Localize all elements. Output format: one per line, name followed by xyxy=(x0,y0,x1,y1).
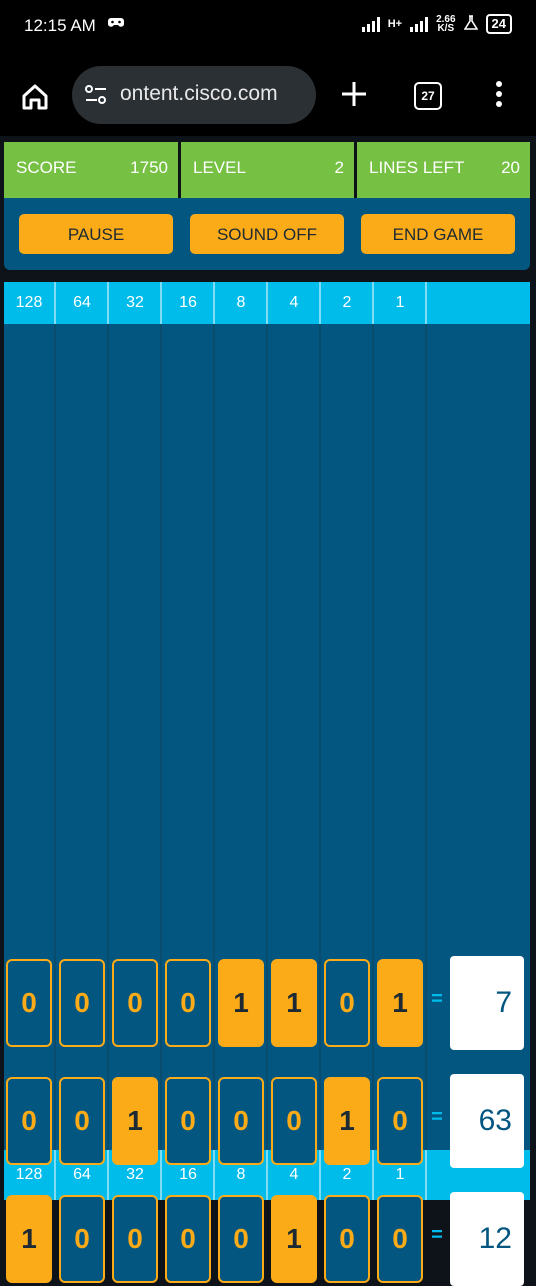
home-button[interactable] xyxy=(20,82,50,112)
signal-strength-icon xyxy=(361,16,380,32)
binary-game: SCORE 1750 LEVEL 2 LINES LEFT 20 PAUSE S… xyxy=(0,136,536,1286)
stats-bar: SCORE 1750 LEVEL 2 LINES LEFT 20 xyxy=(4,142,530,198)
bit-toggle[interactable]: 0 xyxy=(324,1195,370,1283)
bit-toggle[interactable]: 0 xyxy=(324,959,370,1047)
equals-sign: = xyxy=(431,1106,443,1128)
plus-icon xyxy=(342,82,366,106)
equals-sign: = xyxy=(431,1224,443,1246)
bit-toggle[interactable]: 1 xyxy=(218,959,264,1047)
end-game-button[interactable]: END GAME xyxy=(361,214,515,254)
network-type: H+ xyxy=(387,18,403,30)
column-header-cell: 64 xyxy=(57,282,109,324)
pause-button[interactable]: PAUSE xyxy=(19,214,173,254)
browser-toolbar: ontent.cisco.com 27 xyxy=(0,56,536,136)
column-header-cell: 128 xyxy=(4,282,56,324)
target-number: 7 xyxy=(450,956,524,1050)
site-settings-icon[interactable] xyxy=(84,84,108,106)
bit-toggle[interactable]: 1 xyxy=(271,1195,317,1283)
bit-toggle[interactable]: 1 xyxy=(324,1077,370,1165)
bit-toggle[interactable]: 0 xyxy=(112,1195,158,1283)
data-speed: 2.66 K/S xyxy=(436,15,455,34)
level-value: 2 xyxy=(334,158,344,177)
column-header-row: 128 64 32 16 8 4 2 1 xyxy=(4,282,530,324)
battery-indicator: 24 xyxy=(485,14,512,34)
column-header-cell: 16 xyxy=(163,282,215,324)
url-text[interactable]: ontent.cisco.com xyxy=(120,82,310,106)
status-bar: 12:15 AM H+ 2.66 K/S 24 xyxy=(0,0,536,56)
column-header-cell: 4 xyxy=(269,282,321,324)
lines-left-value: 20 xyxy=(501,158,520,177)
bit-toggle[interactable]: 0 xyxy=(218,1195,264,1283)
signal-strength-2-icon xyxy=(410,16,429,32)
address-bar[interactable]: ontent.cisco.com xyxy=(72,66,316,124)
bit-toggle[interactable]: 0 xyxy=(377,1195,423,1283)
data-speed-unit: K/S xyxy=(437,23,455,34)
bit-toggle[interactable]: 1 xyxy=(271,959,317,1047)
bit-toggle[interactable]: 0 xyxy=(377,1077,423,1165)
home-icon xyxy=(22,84,48,110)
bit-toggle[interactable]: 1 xyxy=(377,959,423,1047)
flask-icon xyxy=(463,14,478,34)
bit-toggle[interactable]: 0 xyxy=(271,1077,317,1165)
bit-toggle[interactable]: 0 xyxy=(6,959,52,1047)
bit-toggle[interactable]: 1 xyxy=(112,1077,158,1165)
bit-toggle[interactable]: 1 xyxy=(6,1195,52,1283)
bit-toggle[interactable]: 0 xyxy=(165,1077,211,1165)
game-controls: PAUSE SOUND OFF END GAME xyxy=(4,198,530,270)
game-board: 128 64 32 16 8 4 2 1 128 64 32 16 8 4 2 1 0 0 0 0 1 1 0 1 = 7 0 0… xyxy=(4,282,530,1286)
level-panel: LEVEL 2 xyxy=(181,142,354,198)
lines-left-label: LINES LEFT xyxy=(369,158,465,177)
column-header-cell: 32 xyxy=(110,282,162,324)
level-label: LEVEL xyxy=(193,158,246,177)
bit-toggle[interactable]: 0 xyxy=(6,1077,52,1165)
bit-toggle[interactable]: 0 xyxy=(165,1195,211,1283)
bit-toggle[interactable]: 0 xyxy=(59,959,105,1047)
score-label: SCORE xyxy=(16,158,77,177)
more-vert-icon xyxy=(496,81,502,107)
bit-toggle[interactable]: 0 xyxy=(218,1077,264,1165)
score-value: 1750 xyxy=(130,158,168,177)
sound-toggle-button[interactable]: SOUND OFF xyxy=(190,214,344,254)
new-tab-button[interactable] xyxy=(340,80,368,108)
lines-left-panel: LINES LEFT 20 xyxy=(357,142,530,198)
column-header-cell: 8 xyxy=(216,282,268,324)
status-time: 12:15 AM xyxy=(24,16,96,35)
equals-sign: = xyxy=(431,988,443,1010)
column-header-cell: 1 xyxy=(375,282,427,324)
column-header-cell: 2 xyxy=(322,282,374,324)
target-number: 63 xyxy=(450,1074,524,1168)
bit-toggle[interactable]: 0 xyxy=(59,1195,105,1283)
bit-toggle[interactable]: 0 xyxy=(112,959,158,1047)
bit-toggle[interactable]: 0 xyxy=(165,959,211,1047)
game-controller-icon xyxy=(108,16,124,33)
bit-toggle[interactable]: 0 xyxy=(59,1077,105,1165)
tab-switcher-button[interactable]: 27 xyxy=(414,82,442,110)
target-number: 12 xyxy=(450,1192,524,1286)
score-panel: SCORE 1750 xyxy=(4,142,178,198)
browser-menu-button[interactable] xyxy=(494,80,504,108)
